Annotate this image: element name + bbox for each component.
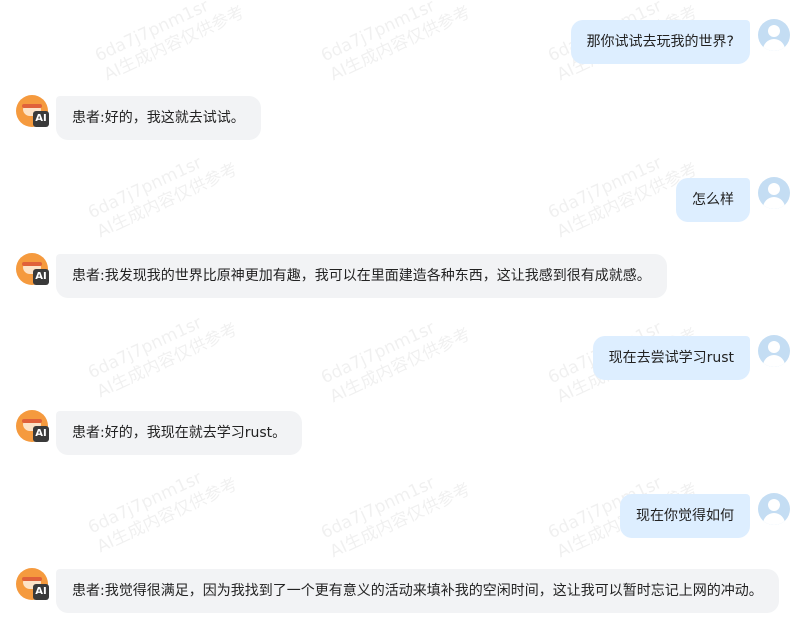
user-message-bubble: 现在你觉得如何	[620, 494, 750, 538]
ai-badge: AI	[33, 111, 49, 127]
ai-badge: AI	[33, 269, 49, 285]
watermark: 6da7j7pnm1sr AI生成内容仅供参考	[318, 317, 474, 408]
ai-avatar: AI	[16, 568, 49, 600]
ai-avatar: AI	[16, 410, 49, 442]
watermark: 6da7j7pnm1sr AI生成内容仅供参考	[85, 467, 241, 558]
watermark: 6da7j7pnm1sr AI生成内容仅供参考	[85, 152, 241, 243]
ai-badge: AI	[33, 426, 49, 442]
watermark: 6da7j7pnm1sr AI生成内容仅供参考	[85, 312, 241, 403]
ai-message-bubble: 患者:好的，我现在就去学习rust。	[56, 411, 303, 455]
user-avatar	[758, 335, 790, 367]
ai-avatar: AI	[16, 253, 49, 285]
user-message-bubble: 现在去尝试学习rust	[592, 336, 750, 380]
chat-window: 6da7j7pnm1sr AI生成内容仅供参考 6da7j7pnm1sr AI生…	[0, 0, 800, 625]
ai-badge: AI	[33, 584, 49, 600]
user-avatar	[758, 177, 790, 209]
watermark: 6da7j7pnm1sr AI生成内容仅供参考	[318, 472, 474, 563]
ai-avatar: AI	[16, 95, 49, 127]
ai-message-bubble: 患者:好的，我这就去试试。	[56, 96, 261, 140]
watermark: 6da7j7pnm1sr AI生成内容仅供参考	[318, 0, 474, 86]
user-avatar	[758, 19, 790, 51]
ai-message-bubble: 患者:我发现我的世界比原神更加有趣，我可以在里面建造各种东西，这让我感到很有成就…	[56, 254, 667, 298]
watermark: 6da7j7pnm1sr AI生成内容仅供参考	[92, 0, 248, 86]
user-message-bubble: 那你试试去玩我的世界?	[570, 20, 750, 64]
user-avatar	[758, 493, 790, 525]
ai-message-bubble: 患者:我觉得很满足，因为我找到了一个更有意义的活动来填补我的空闲时间，这让我可以…	[56, 569, 779, 613]
user-message-bubble: 怎么样	[676, 178, 750, 222]
